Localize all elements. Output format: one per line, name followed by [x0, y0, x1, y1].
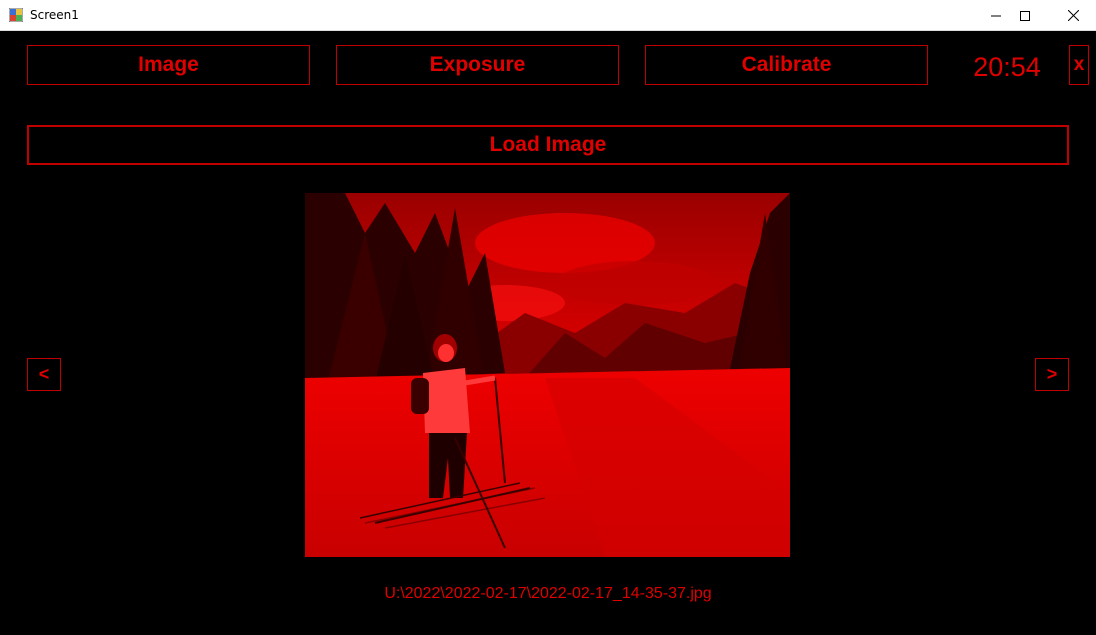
exit-button[interactable]: x — [1069, 45, 1089, 85]
window-title: Screen1 — [30, 8, 79, 22]
maximize-button[interactable] — [1002, 0, 1048, 31]
next-image-button[interactable]: > — [1035, 358, 1069, 391]
previous-image-button[interactable]: < — [27, 358, 61, 391]
window-close-button[interactable] — [1050, 0, 1096, 31]
exposure-button[interactable]: Exposure — [336, 45, 619, 85]
maximize-icon — [1020, 10, 1030, 21]
skier-photo — [305, 193, 790, 557]
minimize-icon — [991, 15, 1001, 16]
calibrate-button[interactable]: Calibrate — [645, 45, 928, 85]
title-bar: Screen1 — [0, 0, 1096, 31]
load-image-button[interactable]: Load Image — [27, 125, 1069, 165]
file-path-label: U:\2022\2022-02-17\2022-02-17_14-35-37.j… — [384, 585, 712, 602]
image-button[interactable]: Image — [27, 45, 310, 85]
app-icon — [9, 8, 23, 22]
close-icon — [1067, 10, 1079, 21]
clock-display: 20:54 — [973, 52, 1041, 82]
image-preview — [305, 193, 790, 557]
